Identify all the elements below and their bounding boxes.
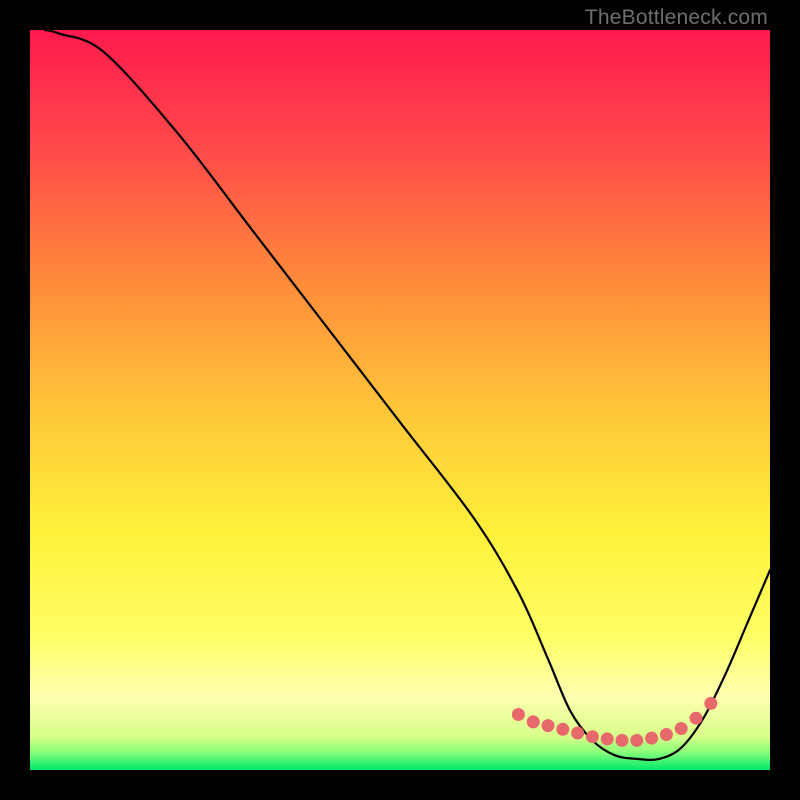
chart-overlay (30, 30, 770, 770)
highlight-dots (512, 697, 717, 747)
highlight-dot (601, 732, 614, 745)
plot-area (30, 30, 770, 770)
bottleneck-curve (45, 30, 770, 760)
highlight-dot (704, 697, 717, 710)
highlight-dot (616, 734, 629, 747)
highlight-dot (675, 722, 688, 735)
highlight-dot (542, 719, 555, 732)
watermark-text: TheBottleneck.com (585, 6, 768, 30)
highlight-dot (512, 708, 525, 721)
highlight-dot (660, 728, 673, 741)
highlight-dot (571, 727, 584, 740)
bottleneck-curve-path (45, 30, 770, 760)
highlight-dot (556, 723, 569, 736)
chart-frame: TheBottleneck.com (0, 0, 800, 800)
highlight-dot (630, 734, 643, 747)
highlight-dot (586, 730, 599, 743)
highlight-dot (527, 715, 540, 728)
highlight-dot (645, 732, 658, 745)
highlight-dot (690, 712, 703, 725)
